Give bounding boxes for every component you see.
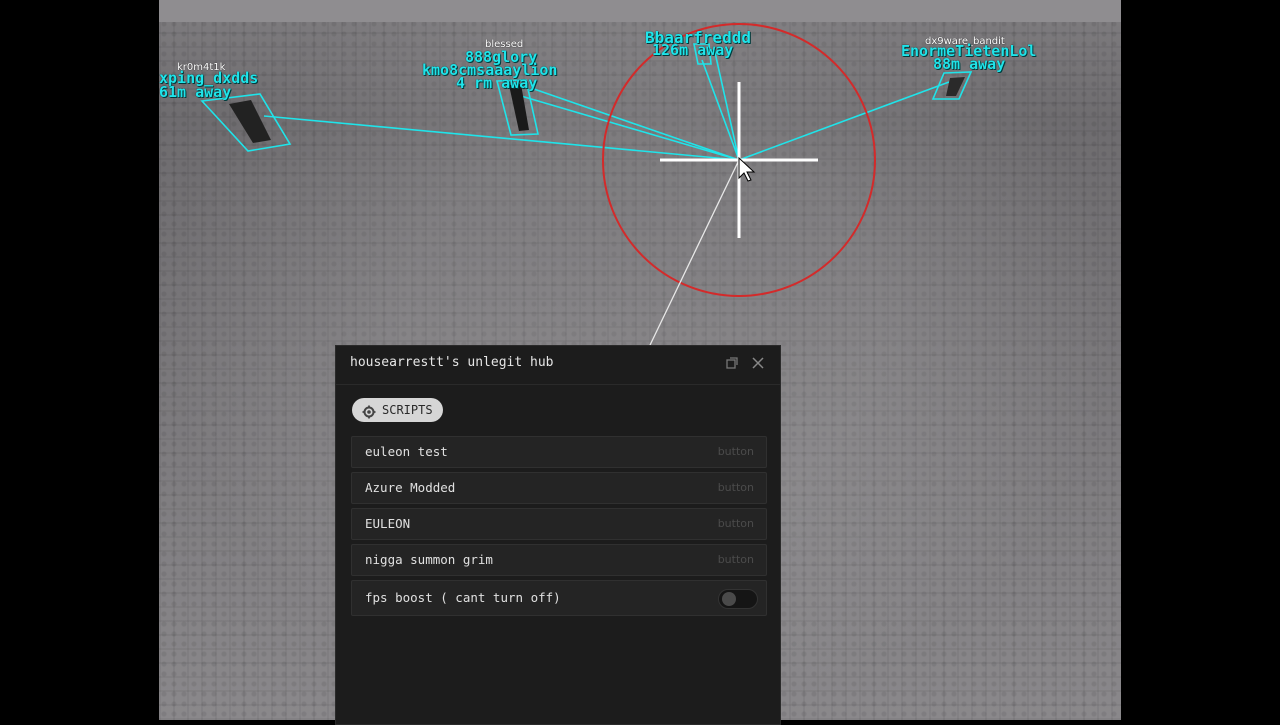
esp-distance: 4 rm away: [456, 74, 538, 92]
hub-titlebar[interactable]: housearrestt's unlegit hub: [336, 346, 780, 385]
script-button-euleon[interactable]: EULEON button: [351, 508, 767, 540]
script-button-summon-grim[interactable]: nigga summon grim button: [351, 544, 767, 576]
hub-title: housearrestt's unlegit hub: [350, 355, 554, 370]
script-button-hint: button: [717, 445, 754, 458]
esp-distance: 126m away: [652, 41, 734, 59]
script-button-hint: button: [717, 517, 754, 530]
tracer-line: [263, 115, 740, 161]
tracer-line: [530, 87, 740, 161]
tab-scripts-label: SCRIPTS: [382, 403, 433, 417]
fps-boost-toggle[interactable]: [718, 589, 758, 609]
script-list: euleon test button Azure Modded button E…: [351, 436, 767, 620]
script-button-euleon-test[interactable]: euleon test button: [351, 436, 767, 468]
script-button-label: euleon test: [365, 444, 448, 459]
hub-window[interactable]: housearrestt's unlegit hub SCRIPTS euleo…: [335, 345, 781, 725]
scripts-gear-icon: [362, 403, 376, 419]
tracer-line: [738, 81, 950, 161]
script-button-label: nigga summon grim: [365, 552, 493, 567]
script-button-label: EULEON: [365, 516, 411, 531]
fps-boost-toggle-row[interactable]: fps boost ( cant turn off): [351, 580, 767, 616]
script-button-azure-modded[interactable]: Azure Modded button: [351, 472, 767, 504]
esp-distance: 88m away: [933, 55, 1006, 73]
script-button-hint: button: [717, 553, 754, 566]
script-button-label: Azure Modded: [365, 480, 456, 495]
minimize-icon[interactable]: [724, 356, 740, 372]
fps-boost-label: fps boost ( cant turn off): [365, 590, 561, 605]
aim-line: [638, 159, 740, 369]
toggle-knob: [722, 592, 736, 606]
tab-scripts[interactable]: SCRIPTS: [352, 398, 443, 422]
close-icon[interactable]: [750, 356, 766, 372]
esp-distance: 61m away: [159, 83, 232, 101]
script-button-hint: button: [717, 481, 754, 494]
